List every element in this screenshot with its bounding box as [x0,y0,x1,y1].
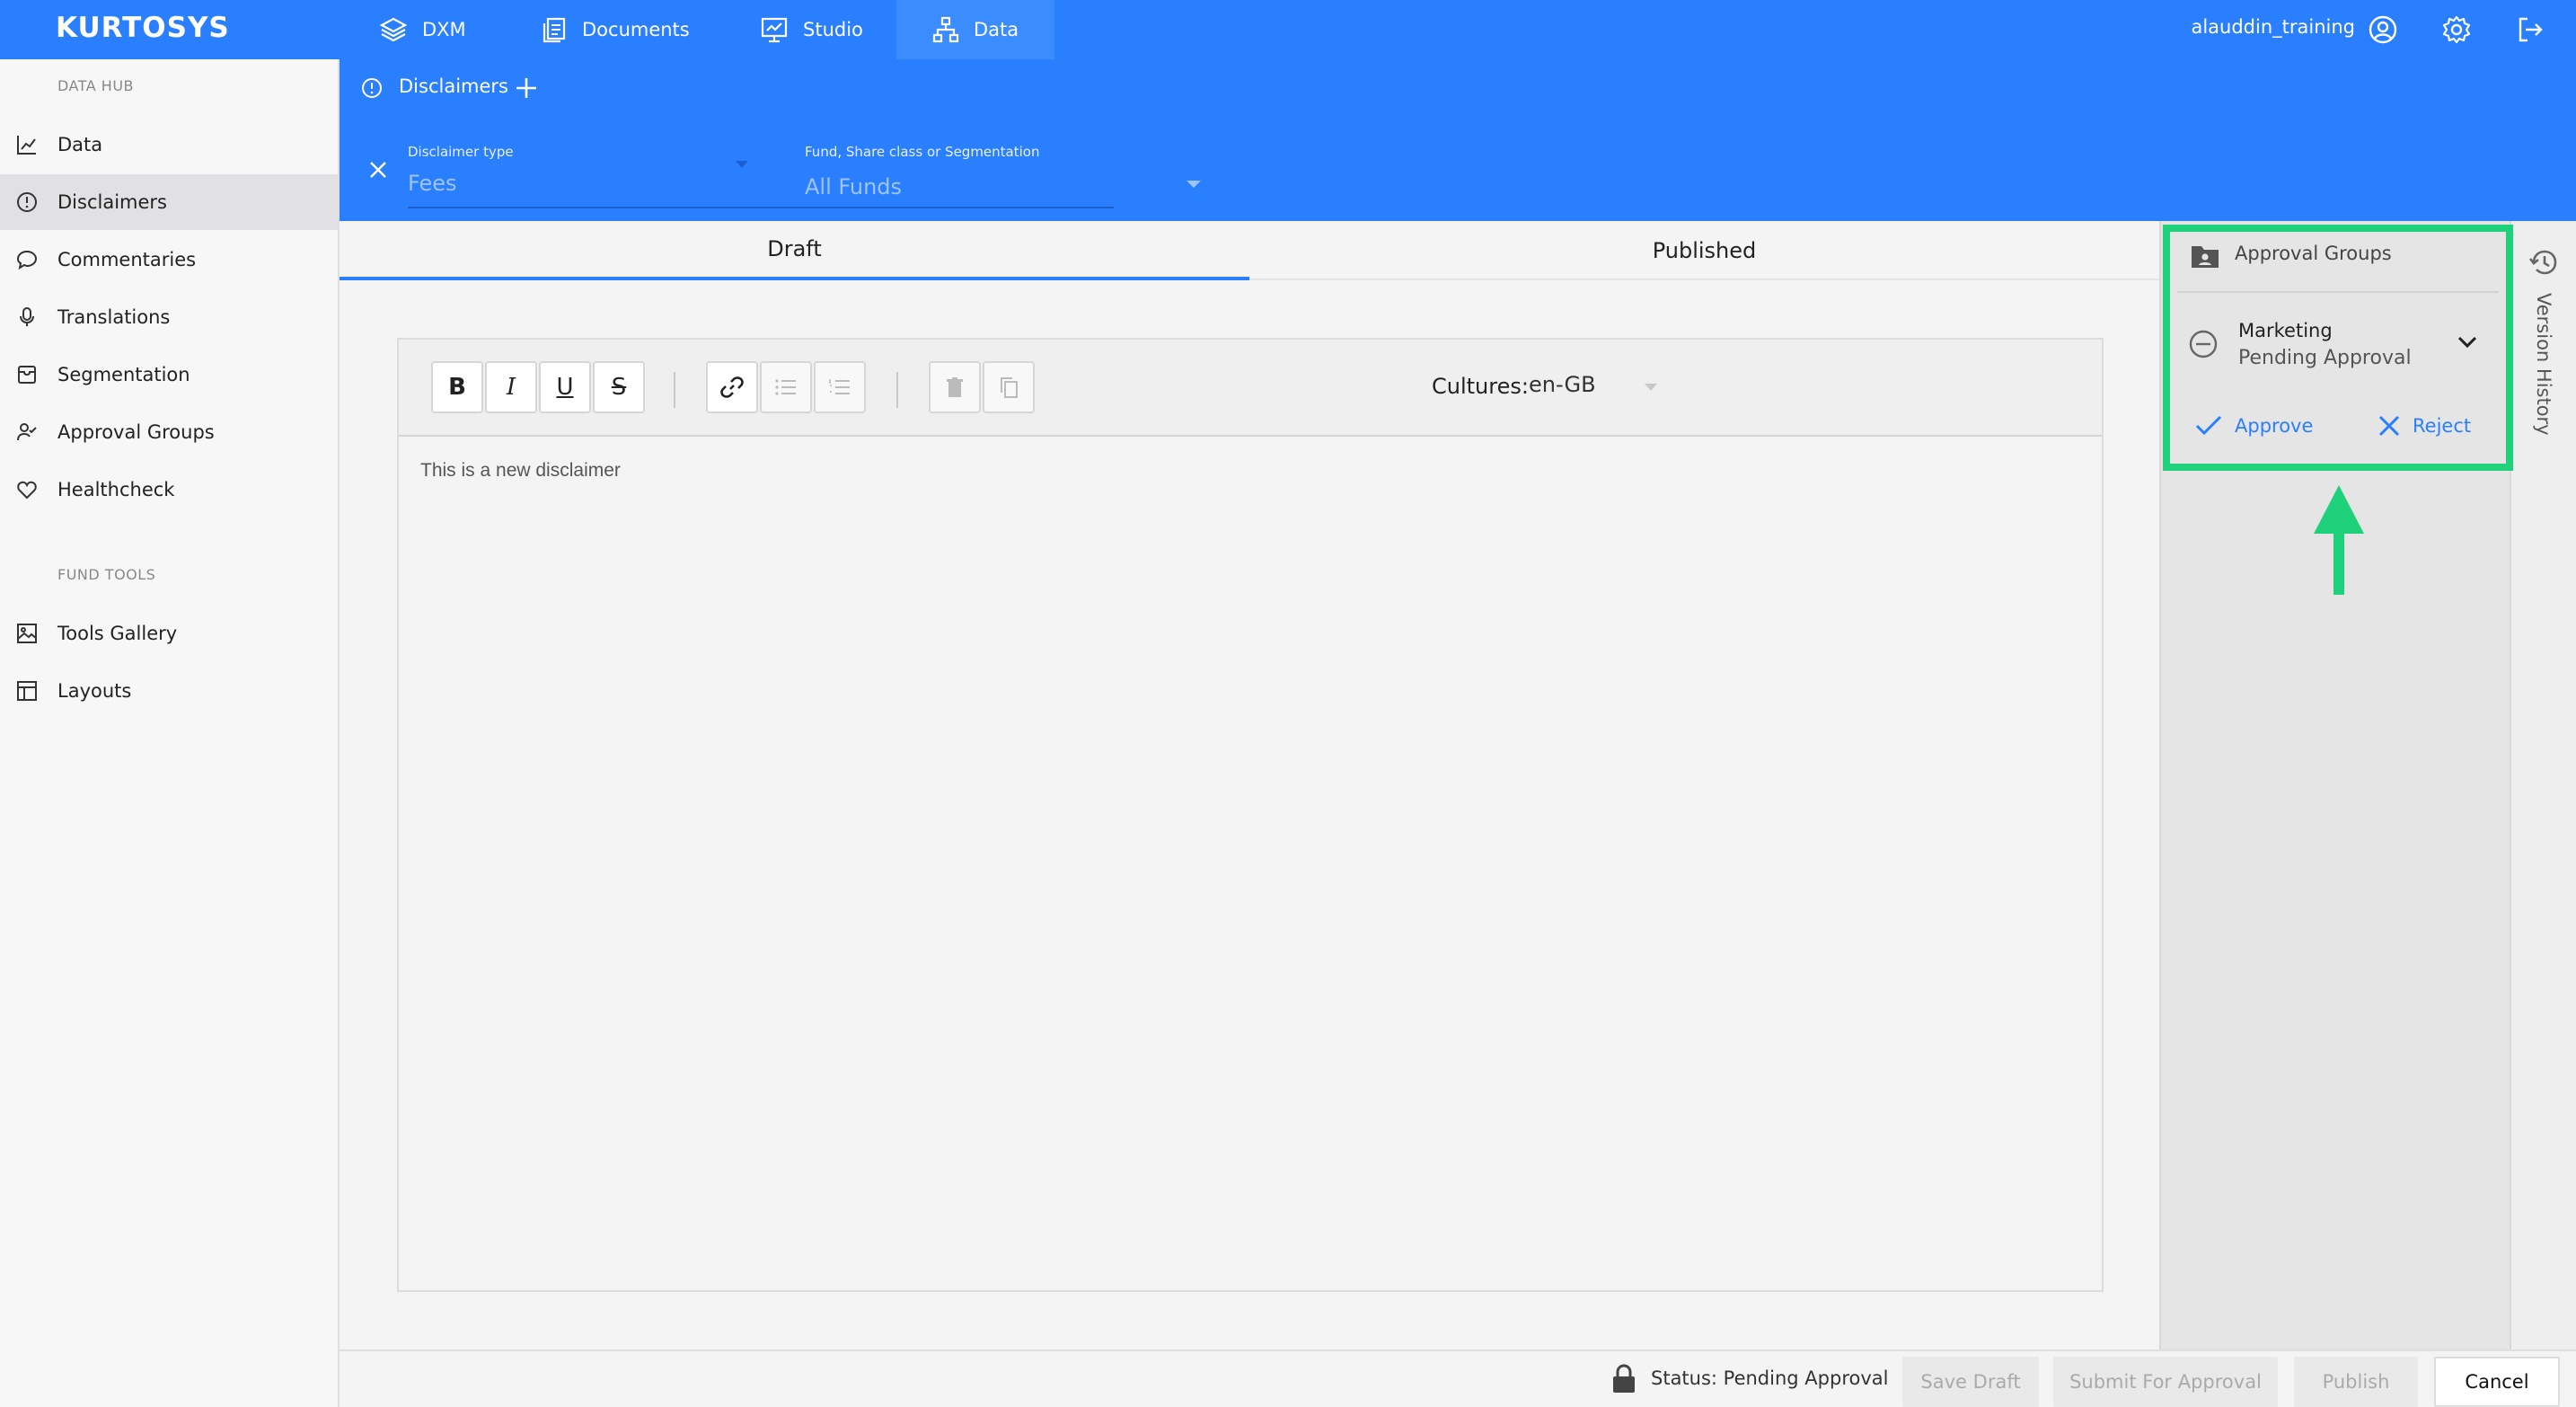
disclaimer-type-value: Fees [408,171,457,196]
sidebar: DATA HUB Data Disclaimers Commentaries T… [0,59,340,1407]
clear-filter-close-icon[interactable] [368,160,388,180]
fund-select-value: All Funds [805,174,903,199]
toolbar-divider [674,372,675,408]
trash-icon [945,376,965,398]
tray-icon [16,364,38,385]
top-navigation: KURTOSYS DXM Documents Studio Data alaud… [0,0,2576,59]
approval-highlight-box [2163,225,2513,471]
sidebar-item-label: Data [57,134,103,155]
sidebar-item-disclaimers[interactable]: Disclaimers [0,174,338,230]
microphone-icon [16,306,38,328]
page-title: Disclaimers [399,75,508,97]
disclaimer-editor: B I U S Cultures: en-GB This is a new di… [397,338,2104,1292]
sidebar-item-translations[interactable]: Translations [0,289,338,345]
tab-published[interactable]: Published [1249,221,2159,280]
numbered-list-icon [828,377,851,397]
editor-content[interactable]: This is a new disclaimer [420,460,621,482]
delete-button[interactable] [929,361,981,413]
layers-icon [379,16,408,43]
fund-select-label: Fund, Share class or Segmentation [805,144,1040,160]
copy-button[interactable] [983,361,1035,413]
sidebar-item-label: Segmentation [57,364,190,385]
sidebar-item-healthcheck[interactable]: Healthcheck [0,462,338,518]
cancel-button[interactable]: Cancel [2434,1357,2560,1407]
sidebar-item-label: Commentaries [57,249,197,270]
italic-button[interactable]: I [485,361,537,413]
lock-icon [1611,1364,1636,1394]
numbered-list-button[interactable] [814,361,866,413]
cultures-label: Cultures: [1432,374,1529,399]
nav-tab-studio[interactable]: Studio [724,0,899,59]
sidebar-item-label: Translations [57,306,171,328]
nav-tab-label: Studio [803,19,863,40]
sidebar-item-label: Healthcheck [57,479,175,500]
sidebar-item-commentaries[interactable]: Commentaries [0,232,338,288]
sidebar-item-label: Layouts [57,680,132,702]
sidebar-item-tools-gallery[interactable]: Tools Gallery [0,606,338,661]
chevron-down-icon [1186,180,1202,189]
draft-published-tabs: Draft Published [340,221,2159,280]
gear-icon[interactable] [2441,14,2472,45]
nav-tab-documents[interactable]: Documents [505,0,726,59]
sidebar-item-label: Disclaimers [57,191,167,213]
bullet-list-icon [774,377,798,397]
underline-button[interactable]: U [539,361,591,413]
copy-icon [999,376,1019,398]
info-icon [361,77,383,99]
image-icon [16,623,38,644]
user-check-icon [16,421,38,443]
link-icon [719,375,745,400]
link-button[interactable] [706,361,758,413]
nav-tab-label: Data [974,19,1019,40]
chevron-down-icon [735,160,749,169]
nav-tab-label: Documents [582,19,690,40]
nav-tab-label: DXM [422,19,466,40]
user-account-icon[interactable] [2368,14,2398,45]
toolbar-divider [896,372,898,408]
history-icon[interactable] [2527,246,2560,279]
editor-toolbar: B I U S Cultures: en-GB [399,340,2102,437]
strikethrough-button[interactable]: S [593,361,645,413]
nav-tab-data[interactable]: Data [896,0,1055,59]
kurtosys-logo[interactable]: KURTOSYS [56,12,230,44]
sidebar-section-data-hub: DATA HUB [57,77,135,94]
publish-button[interactable]: Publish [2294,1357,2418,1407]
comment-icon [16,249,38,270]
sidebar-item-label: Approval Groups [57,421,215,443]
sidebar-section-fund-tools: FUND TOOLS [57,566,156,583]
layout-icon [16,680,38,702]
arrow-up-icon [2314,485,2364,598]
sidebar-item-label: Tools Gallery [57,623,178,644]
save-draft-button[interactable]: Save Draft [1902,1357,2039,1407]
submit-for-approval-button[interactable]: Submit For Approval [2053,1357,2278,1407]
sidebar-item-layouts[interactable]: Layouts [0,663,338,719]
disclaimer-type-underline [408,207,1114,208]
disclaimer-type-label: Disclaimer type [408,144,514,160]
username-label[interactable]: alauddin_training [2191,16,2355,38]
hierarchy-icon [932,16,959,43]
documents-icon [541,16,568,43]
sidebar-item-segmentation[interactable]: Segmentation [0,347,338,403]
chevron-down-icon [1644,383,1658,392]
logout-icon[interactable] [2515,14,2545,45]
bold-button[interactable]: B [431,361,483,413]
version-history-label[interactable]: Version History [2522,293,2554,436]
nav-tab-dxm[interactable]: DXM [343,0,502,59]
disclaimers-header: Disclaimers Disclaimer type Fees Fund, S… [340,59,2576,221]
add-disclaimer-button[interactable] [514,75,539,101]
sidebar-item-data[interactable]: Data [0,117,338,173]
studio-icon [760,16,789,43]
tab-draft[interactable]: Draft [340,221,1249,280]
chart-icon [16,134,38,155]
info-icon [16,191,38,213]
status-label: Status: Pending Approval [1651,1367,1889,1389]
cultures-value: en-GB [1529,372,1596,397]
sidebar-item-approval-groups[interactable]: Approval Groups [0,404,338,460]
heart-icon [16,479,38,500]
bullet-list-button[interactable] [760,361,812,413]
